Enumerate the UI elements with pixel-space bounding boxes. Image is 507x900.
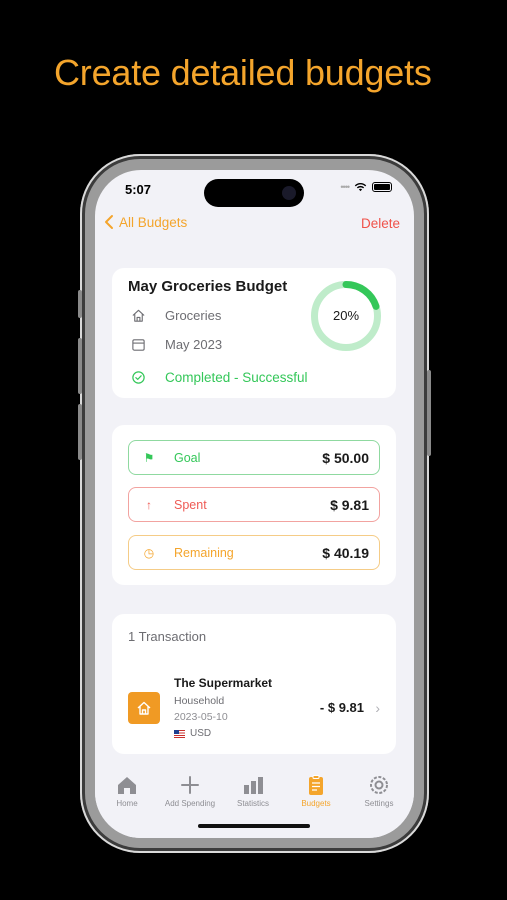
wifi-icon (354, 182, 367, 192)
us-flag-icon (174, 729, 185, 738)
flag-icon: ⚑ (143, 450, 155, 465)
clipboard-icon (309, 775, 323, 795)
goal-label: Goal (174, 450, 201, 465)
transactions-card: 1 Transaction The Supermarket Household … (112, 614, 396, 754)
home-icon (118, 777, 136, 794)
check-circle-icon (132, 371, 145, 384)
budget-amounts-card: ⚑ Goal $ 50.00 ↑ Spent $ 9.81 ◷ Remainin… (112, 425, 396, 585)
tab-budgets-label: Budgets (301, 799, 331, 808)
remaining-row: ◷ Remaining $ 40.19 (128, 535, 380, 570)
signal-icon: •••• (340, 182, 350, 192)
budget-category: Groceries (165, 308, 222, 323)
tab-budgets[interactable]: Budgets (284, 774, 348, 808)
progress-percent: 20% (332, 308, 360, 323)
back-button[interactable]: All Budgets (103, 214, 187, 230)
transaction-category: Household (174, 695, 225, 707)
transaction-currency: USD (174, 728, 211, 739)
tab-settings-label: Settings (364, 799, 394, 808)
budget-period: May 2023 (165, 337, 223, 352)
tab-add-spending-label: Add Spending (164, 799, 216, 808)
spent-label: Spent (174, 497, 207, 512)
goal-value: $ 50.00 (322, 449, 369, 466)
phone-side-button (78, 290, 82, 318)
transaction-merchant: The Supermarket (174, 676, 273, 690)
tab-home[interactable]: Home (95, 774, 159, 808)
spent-row: ↑ Spent $ 9.81 (128, 487, 380, 522)
home-icon (137, 701, 151, 715)
chevron-right-icon: › (375, 700, 380, 716)
calendar-icon (132, 339, 145, 351)
budget-summary-card: May Groceries Budget Groceries May 2023 … (112, 268, 396, 398)
phone-side-button (78, 404, 82, 460)
tab-add-spending[interactable]: Add Spending (158, 774, 222, 808)
tab-statistics-label: Statistics (236, 799, 269, 808)
budget-period-row: May 2023 (131, 337, 222, 352)
chevron-left-icon (105, 215, 113, 229)
delete-button[interactable]: Delete (361, 216, 400, 231)
timer-icon: ◷ (143, 545, 155, 560)
battery-icon (372, 182, 392, 192)
remaining-value: $ 40.19 (322, 544, 369, 561)
tab-statistics[interactable]: Statistics (221, 774, 285, 808)
phone-side-button (78, 338, 82, 394)
dynamic-island (204, 179, 304, 207)
tab-settings[interactable]: Settings (347, 774, 411, 808)
home-icon (132, 309, 145, 322)
transaction-date: 2023-05-10 (174, 711, 228, 723)
phone-side-button (427, 370, 431, 456)
transaction-amount: - $ 9.81 (319, 700, 364, 715)
gear-icon (370, 776, 388, 794)
pin-icon: ↑ (146, 497, 152, 512)
budget-category-row: Groceries (131, 308, 221, 323)
transaction-currency-code: USD (190, 728, 212, 739)
plus-icon (181, 776, 199, 794)
spent-value: $ 9.81 (330, 496, 369, 513)
goal-row: ⚑ Goal $ 50.00 (128, 440, 380, 475)
budget-title: May Groceries Budget (128, 278, 288, 295)
phone-screen: 5:07 •••• All Budgets Delete May Groceri… (95, 170, 414, 838)
transaction-count: 1 Transaction (128, 629, 207, 644)
promo-headline: Create detailed budgets (54, 52, 432, 93)
remaining-label: Remaining (174, 545, 234, 560)
status-time: 5:07 (125, 182, 152, 197)
transaction-category-icon (128, 692, 160, 724)
status-icons: •••• (340, 182, 392, 192)
budget-status-row: Completed - Successful (131, 370, 308, 385)
budget-status: Completed - Successful (165, 370, 308, 385)
bar-chart-icon (244, 777, 263, 794)
home-indicator (198, 824, 310, 828)
tab-home-label: Home (116, 799, 138, 808)
back-button-label: All Budgets (119, 214, 188, 230)
